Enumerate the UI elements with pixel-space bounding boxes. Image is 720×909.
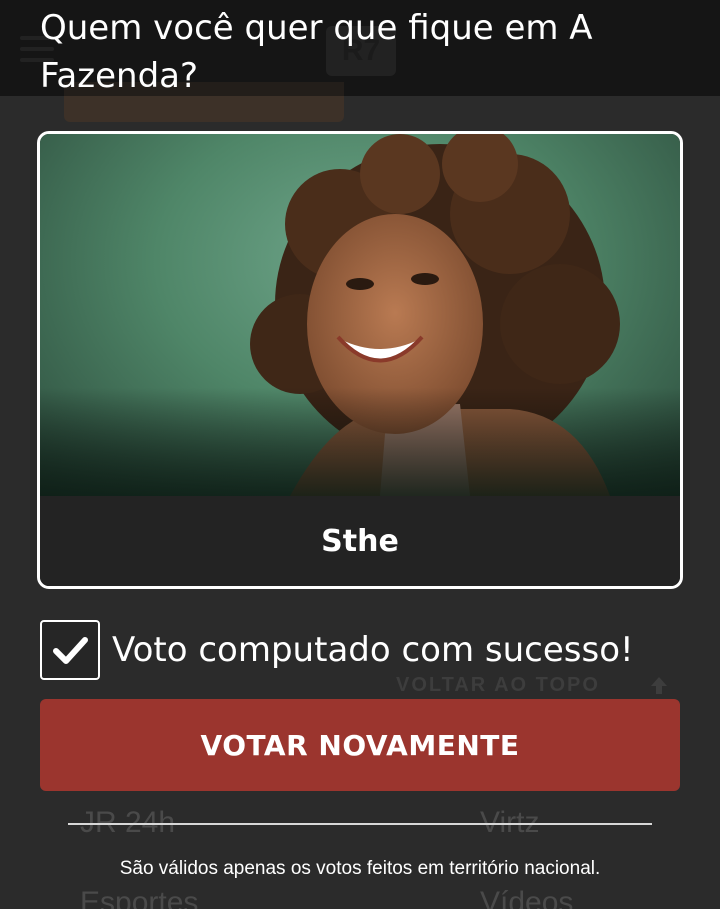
candidate-name: Sthe — [40, 496, 680, 586]
vote-again-button[interactable]: VOTAR NOVAMENTE — [40, 699, 680, 791]
check-icon — [40, 620, 100, 680]
footer-link-videos: Vídeos — [480, 886, 574, 909]
vote-status: Voto computado com sucesso! — [40, 620, 634, 680]
candidate-card[interactable]: Sthe — [37, 131, 683, 589]
arrow-up-icon — [651, 677, 667, 694]
poll-question-title: Quem você quer que fique em A Fazenda? — [40, 8, 593, 96]
footer-link-esportes: Esportes — [80, 886, 199, 909]
candidate-photo — [40, 134, 680, 496]
disclaimer-text: São válidos apenas os votos feitos em te… — [119, 858, 601, 879]
divider — [68, 823, 652, 825]
vote-status-text: Voto computado com sucesso! — [112, 630, 634, 670]
